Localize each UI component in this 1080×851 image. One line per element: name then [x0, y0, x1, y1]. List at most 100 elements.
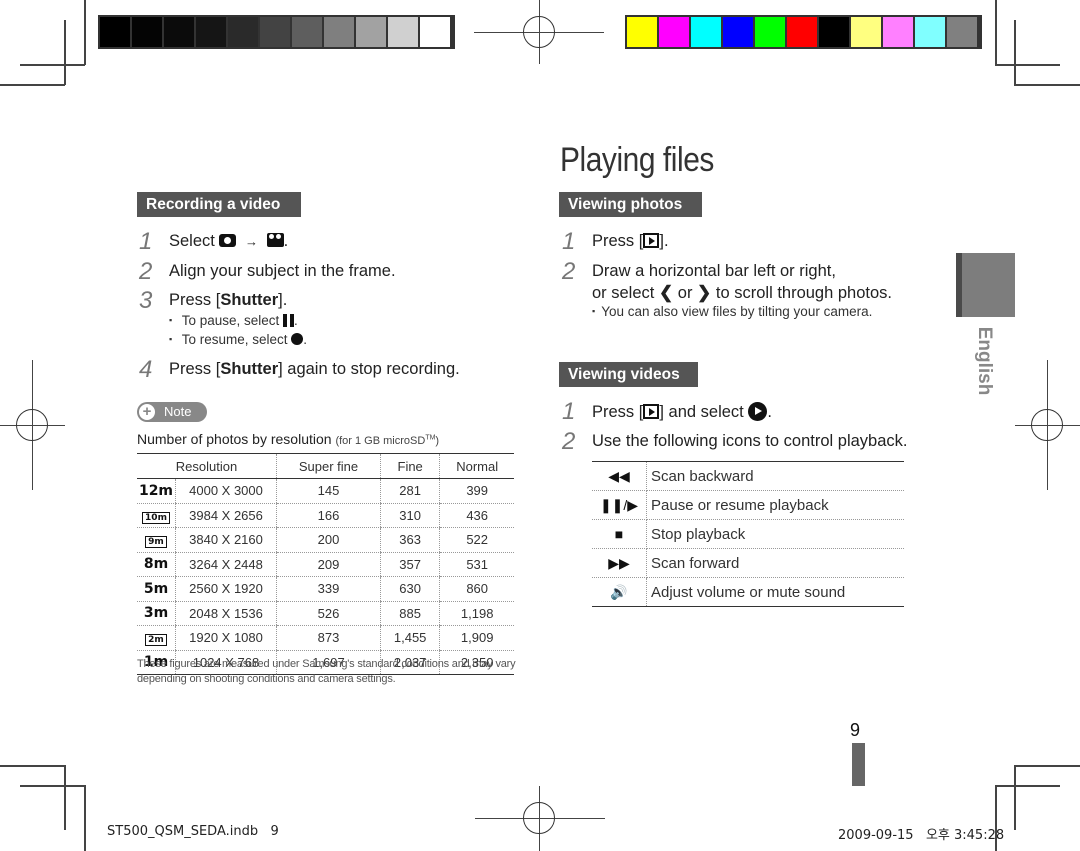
- section-heading-viewing-photos: Viewing photos: [559, 192, 702, 217]
- viewing-photos-bullet: You can also view files by tilting your …: [592, 304, 872, 319]
- control-label: Scan backward: [646, 461, 904, 491]
- resolution-cell: 2048 X 1536: [175, 601, 277, 626]
- resolution-icon-cell: 9m: [137, 527, 176, 553]
- control-row: 🔊 Adjust volume or mute sound: [592, 577, 904, 607]
- pause-resume-icon: ❚❚/▶: [592, 490, 647, 520]
- resolution-cell: 3840 X 2160: [175, 527, 277, 553]
- resolution-8m-icon: 8m: [143, 556, 169, 573]
- color-swatch-7: [851, 17, 881, 47]
- resolution-cell: 3264 X 2448: [175, 552, 277, 577]
- normal-cell: 522: [439, 527, 514, 553]
- gray-swatch-1: [132, 17, 162, 47]
- control-label: Stop playback: [646, 519, 904, 549]
- resolution-cell: 2560 X 1920: [175, 576, 277, 602]
- viewing-videos-step-1: 1 Press [] and select .: [562, 398, 772, 425]
- control-label: Scan forward: [646, 548, 904, 578]
- normal-cell: 399: [439, 478, 514, 504]
- column-header-normal: Normal: [439, 453, 514, 479]
- normal-cell: 436: [439, 503, 514, 528]
- color-swatch-8: [883, 17, 913, 47]
- gray-swatch-2: [164, 17, 194, 47]
- resolution-icon-cell: 5m: [137, 576, 176, 602]
- gray-swatch-9: [388, 17, 418, 47]
- color-swatch-1: [659, 17, 689, 47]
- gray-swatch-6: [292, 17, 322, 47]
- resolution-icon-cell: 12m: [137, 478, 176, 504]
- table-row: 9m 3840 X 2160 200 363 522: [137, 527, 514, 553]
- fine-cell: 281: [379, 478, 440, 504]
- volume-icon: 🔊: [592, 577, 647, 607]
- shutter-button-label: Shutter: [220, 291, 279, 309]
- super-fine-cell: 209: [276, 552, 381, 577]
- normal-cell: 531: [439, 552, 514, 577]
- fine-cell: 630: [379, 576, 440, 602]
- pause-icon: [283, 314, 295, 327]
- recording-bullet-pause: To pause, select .: [169, 313, 298, 328]
- viewing-photos-step-1: 1 Press [].: [562, 228, 669, 255]
- super-fine-cell: 200: [276, 527, 381, 553]
- section-heading-recording: Recording a video: [137, 192, 301, 217]
- normal-cell: 1,198: [439, 601, 514, 626]
- chevron-right-icon: ❯: [697, 283, 712, 302]
- super-fine-cell: 526: [276, 601, 381, 626]
- note-badge: + Note: [137, 402, 207, 422]
- page-number: 9: [850, 720, 861, 740]
- page-title: Playing files: [560, 140, 714, 179]
- fine-cell: 357: [379, 552, 440, 577]
- table-header-row: Resolution Super fine Fine Normal: [137, 453, 514, 479]
- resolution-12m-icon: 12m: [138, 482, 174, 499]
- recording-step-4: 4 Press [Shutter] again to stop recordin…: [139, 356, 460, 383]
- playback-icon: [643, 233, 660, 248]
- plus-icon: +: [139, 404, 155, 420]
- resolution-cell: 1920 X 1080: [175, 625, 277, 651]
- table-title: Number of photos by resolution (for 1 GB…: [137, 431, 440, 447]
- color-swatch-0: [627, 17, 657, 47]
- cmyk-color-bar: [625, 15, 982, 49]
- camera-icon: [219, 234, 237, 247]
- resolution-icon-cell: 8m: [137, 552, 176, 577]
- recording-step-3: 3 Press [Shutter].: [139, 287, 288, 314]
- fine-cell: 310: [379, 503, 440, 528]
- recording-step-2: 2 Align your subject in the frame.: [139, 258, 396, 285]
- table-row: 12m 4000 X 3000 145 281 399: [137, 478, 514, 504]
- column-header-super-fine: Super fine: [276, 453, 381, 479]
- resolution-icon-cell: 10m: [137, 503, 176, 528]
- resolution-icon-cell: 2m: [137, 625, 176, 651]
- playback-controls-table: ◀◀ Scan backward ❚❚/▶ Pause or resume playb…: [592, 461, 904, 607]
- table-row: 5m 2560 X 1920 339 630 860: [137, 576, 514, 602]
- fine-cell: 363: [379, 527, 440, 553]
- control-row: ◀◀ Scan backward: [592, 461, 904, 491]
- stop-icon: ■: [592, 519, 647, 549]
- resolution-5m-icon: 5m: [143, 580, 169, 597]
- color-swatch-6: [819, 17, 849, 47]
- fine-cell: 1,455: [379, 625, 440, 651]
- scan-backward-icon: ◀◀: [592, 461, 647, 491]
- super-fine-cell: 166: [276, 503, 381, 528]
- viewing-videos-step-2: 2 Use the following icons to control pla…: [562, 428, 908, 455]
- normal-cell: 1,909: [439, 625, 514, 651]
- color-swatch-5: [787, 17, 817, 47]
- control-row: ■ Stop playback: [592, 519, 904, 549]
- super-fine-cell: 873: [276, 625, 381, 651]
- color-swatch-9: [915, 17, 945, 47]
- resolution-2m-icon: 2m: [145, 634, 167, 647]
- resolution-cell: 4000 X 3000: [175, 478, 277, 504]
- gray-swatch-0: [100, 17, 130, 47]
- column-header-fine: Fine: [379, 453, 440, 479]
- viewing-photos-step-2-line-2: or select ❮ or ❯ to scroll through photo…: [592, 283, 892, 302]
- gray-swatch-5: [260, 17, 290, 47]
- language-tab: [956, 253, 1015, 317]
- gray-swatch-7: [324, 17, 354, 47]
- resolution-cell: 3984 X 2656: [175, 503, 277, 528]
- table-row: 2m 1920 X 1080 873 1,455 1,909: [137, 625, 514, 651]
- table-row: 10m 3984 X 2656 166 310 436: [137, 503, 514, 528]
- recording-bullet-resume: To resume, select .: [169, 332, 307, 347]
- color-swatch-2: [691, 17, 721, 47]
- control-label: Pause or resume playback: [646, 490, 904, 520]
- shutter-button-label: Shutter: [220, 360, 279, 378]
- playback-icon: [643, 404, 660, 419]
- control-row: ▶▶ Scan forward: [592, 548, 904, 578]
- recording-step-1: 1 Select → .: [139, 228, 289, 255]
- super-fine-cell: 339: [276, 576, 381, 602]
- play-circle-icon: [748, 402, 768, 421]
